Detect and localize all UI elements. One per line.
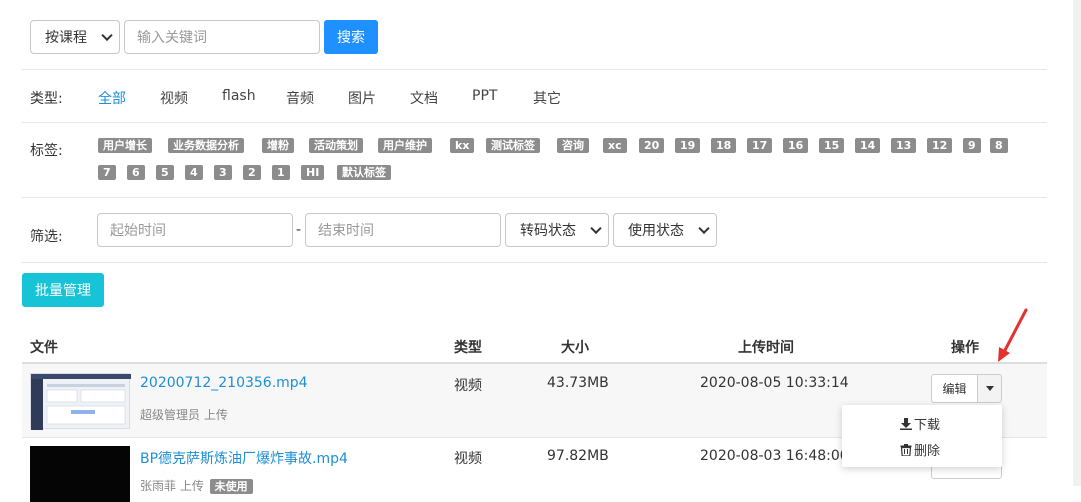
thumbnail-screenshot-icon <box>31 374 131 430</box>
scrollbar-track[interactable] <box>1073 0 1081 486</box>
usage-status-select[interactable]: 使用状态 <box>613 213 717 247</box>
tag-chip[interactable]: 15 <box>819 138 845 153</box>
type-all[interactable]: 全部 <box>98 88 126 108</box>
video-thumbnail[interactable] <box>30 446 130 502</box>
tag-chip[interactable]: 17 <box>747 138 773 153</box>
search-mode-select[interactable]: 按课程 <box>30 20 120 54</box>
type-document[interactable]: 文档 <box>410 88 438 108</box>
tag-chip[interactable]: 用户维护 <box>378 138 432 153</box>
annotation-arrow-icon <box>998 308 1028 362</box>
tag-chip[interactable]: 用户增长 <box>98 138 152 153</box>
file-type: 视频 <box>454 378 482 394</box>
end-time-input[interactable]: 结束时间 <box>305 213 501 247</box>
tag-chip[interactable]: 4 <box>185 165 203 180</box>
tag-label: 标签: <box>30 143 63 159</box>
divider <box>22 262 1047 263</box>
upload-time: 2020-08-03 16:48:00 <box>700 448 849 464</box>
tag-chip[interactable]: 测试标签 <box>486 138 540 153</box>
usage-status-value: 使用状态 <box>628 223 684 239</box>
download-icon <box>900 417 912 430</box>
col-header-file: 文件 <box>30 340 58 356</box>
type-video[interactable]: 视频 <box>160 88 188 108</box>
transcode-status-value: 转码状态 <box>520 223 576 239</box>
tag-chip[interactable]: 19 <box>675 138 701 153</box>
search-button[interactable]: 搜索 <box>324 20 378 54</box>
file-size: 43.73MB <box>547 375 609 391</box>
actions-dropdown-menu: 下载 删除 <box>842 405 1002 467</box>
file-size: 97.82MB <box>547 448 609 464</box>
uploader-text: 超级管理员 上传 <box>140 408 228 422</box>
tag-chip[interactable]: 3 <box>214 165 232 180</box>
trash-icon <box>900 443 912 456</box>
tag-chip[interactable]: 2 <box>243 165 261 180</box>
start-time-input[interactable]: 起始时间 <box>97 213 293 247</box>
file-type: 视频 <box>454 451 482 467</box>
tag-chip[interactable]: 14 <box>855 138 881 153</box>
tag-chip[interactable]: HI <box>301 165 325 180</box>
divider <box>22 197 1047 198</box>
divider <box>22 69 1047 70</box>
more-actions-toggle[interactable] <box>977 374 1002 403</box>
chevron-down-icon <box>698 222 710 235</box>
tag-chip[interactable]: 1 <box>272 165 290 180</box>
type-other[interactable]: 其它 <box>533 88 561 108</box>
file-name-link[interactable]: 20200712_210356.mp4 <box>140 375 308 391</box>
delete-label: 删除 <box>914 444 941 459</box>
col-header-time: 上传时间 <box>738 340 794 356</box>
edit-button[interactable]: 编辑 <box>931 374 978 403</box>
type-ppt[interactable]: PPT <box>472 88 497 104</box>
download-label: 下载 <box>914 418 941 433</box>
search-mode-value: 按课程 <box>45 30 87 46</box>
tag-chip[interactable]: 16 <box>783 138 809 153</box>
tag-chip[interactable]: 业务数据分析 <box>168 138 244 153</box>
tag-chip[interactable]: 咨询 <box>557 138 589 153</box>
type-audio[interactable]: 音频 <box>286 88 314 108</box>
tag-chip[interactable]: 18 <box>711 138 737 153</box>
tag-chip[interactable]: xc <box>603 138 627 153</box>
col-header-ops: 操作 <box>951 340 979 356</box>
video-thumbnail[interactable] <box>30 373 131 430</box>
tag-chip[interactable]: 12 <box>927 138 953 153</box>
transcode-status-select[interactable]: 转码状态 <box>505 213 609 247</box>
chevron-down-icon <box>590 222 602 235</box>
divider <box>22 122 1047 123</box>
type-flash[interactable]: flash <box>222 88 256 104</box>
caret-down-icon <box>985 386 994 391</box>
tag-chip[interactable]: 默认标签 <box>337 165 391 180</box>
tag-chip[interactable]: 9 <box>963 138 981 153</box>
tag-chip[interactable]: kx <box>450 138 475 153</box>
upload-time: 2020-08-05 10:33:14 <box>700 375 849 391</box>
tag-chip[interactable]: 13 <box>891 138 917 153</box>
tag-chip[interactable]: 活动策划 <box>309 138 363 153</box>
usage-badge: 未使用 <box>209 479 253 494</box>
file-name-link[interactable]: BP德克萨斯炼油厂爆炸事故.mp4 <box>140 448 348 468</box>
tag-chip[interactable]: 5 <box>156 165 174 180</box>
tag-chip[interactable]: 20 <box>639 138 665 153</box>
range-dash: - <box>296 222 302 238</box>
col-header-size: 大小 <box>561 340 589 356</box>
tag-chip[interactable]: 6 <box>127 165 145 180</box>
tag-chip[interactable]: 7 <box>98 165 116 180</box>
delete-menu-item[interactable]: 删除 <box>900 440 940 459</box>
chevron-down-icon <box>101 29 113 42</box>
tag-chip[interactable]: 增粉 <box>262 138 294 153</box>
uploader-name: 张雨菲 上传 <box>140 479 204 493</box>
filter-label: 筛选: <box>30 229 63 245</box>
download-menu-item[interactable]: 下载 <box>900 414 940 433</box>
col-header-type: 类型 <box>454 340 482 356</box>
type-label: 类型: <box>30 91 63 107</box>
batch-manage-button[interactable]: 批量管理 <box>22 273 104 307</box>
type-image[interactable]: 图片 <box>348 88 376 108</box>
tag-chip[interactable]: 8 <box>990 138 1008 153</box>
keyword-input[interactable]: 输入关键词 <box>124 20 320 54</box>
